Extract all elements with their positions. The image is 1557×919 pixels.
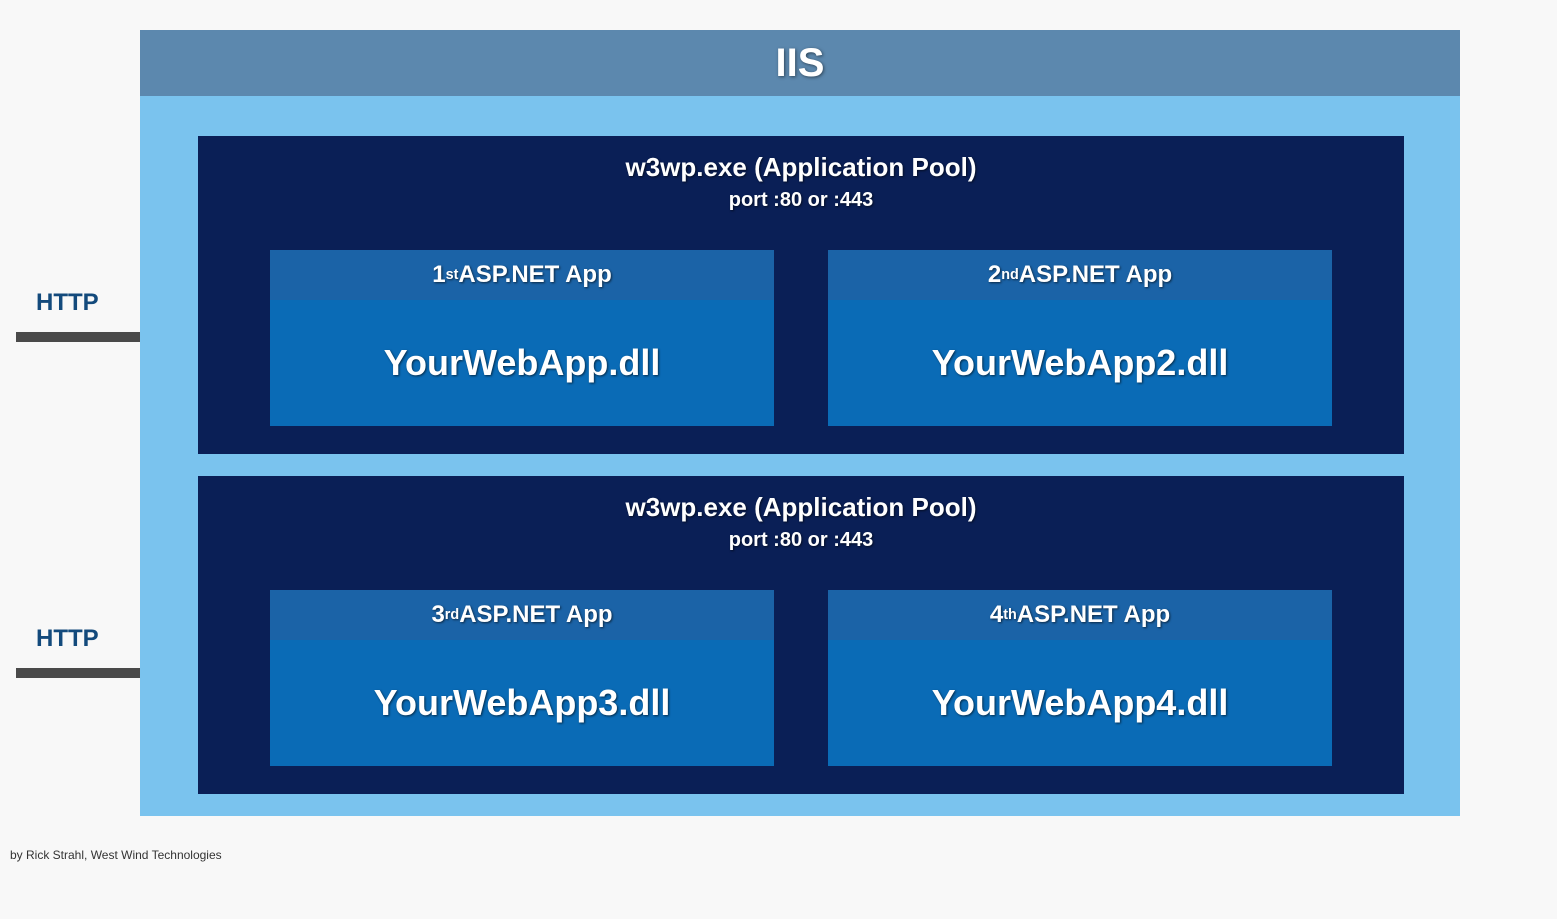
app-header: 3rd ASP.NET App — [270, 590, 774, 640]
app-dll: YourWebApp.dll — [270, 300, 774, 426]
iis-title: IIS — [140, 30, 1460, 96]
app-box: 3rd ASP.NET App YourWebApp3.dll — [270, 590, 774, 766]
app-box: 1st ASP.NET App YourWebApp.dll — [270, 250, 774, 426]
pool-title: w3wp.exe (Application Pool) — [198, 152, 1404, 183]
app-ord: 3 — [431, 601, 444, 629]
pool-subtitle: port :80 or :443 — [198, 189, 1404, 212]
app-suffix: ASP.NET App — [458, 261, 611, 289]
credit-line: by Rick Strahl, West Wind Technologies — [10, 848, 222, 862]
app-header: 1st ASP.NET App — [270, 250, 774, 300]
app-ord-sup: nd — [1001, 267, 1019, 283]
app-ord: 2 — [988, 261, 1001, 289]
pool-title: w3wp.exe (Application Pool) — [198, 492, 1404, 523]
http-label-2: HTTP — [36, 625, 99, 653]
apps-row: 1st ASP.NET App YourWebApp.dll 2nd ASP.N… — [270, 250, 1332, 426]
apps-row: 3rd ASP.NET App YourWebApp3.dll 4th ASP.… — [270, 590, 1332, 766]
http-label-1: HTTP — [36, 289, 99, 317]
app-dll: YourWebApp2.dll — [828, 300, 1332, 426]
app-ord-sup: th — [1003, 607, 1017, 623]
app-ord: 4 — [990, 601, 1003, 629]
app-dll: YourWebApp4.dll — [828, 640, 1332, 766]
app-pool-2: w3wp.exe (Application Pool) port :80 or … — [198, 476, 1404, 794]
pool-subtitle: port :80 or :443 — [198, 529, 1404, 552]
app-dll: YourWebApp3.dll — [270, 640, 774, 766]
app-ord-sup: rd — [445, 607, 459, 623]
app-pool-1: w3wp.exe (Application Pool) port :80 or … — [198, 136, 1404, 454]
app-suffix: ASP.NET App — [1017, 601, 1170, 629]
app-suffix: ASP.NET App — [1019, 261, 1172, 289]
app-box: 4th ASP.NET App YourWebApp4.dll — [828, 590, 1332, 766]
app-header: 2nd ASP.NET App — [828, 250, 1332, 300]
app-ord-sup: st — [446, 267, 459, 283]
iis-container: IIS w3wp.exe (Application Pool) port :80… — [140, 30, 1460, 816]
app-box: 2nd ASP.NET App YourWebApp2.dll — [828, 250, 1332, 426]
app-suffix: ASP.NET App — [459, 601, 612, 629]
app-header: 4th ASP.NET App — [828, 590, 1332, 640]
app-ord: 1 — [432, 261, 445, 289]
